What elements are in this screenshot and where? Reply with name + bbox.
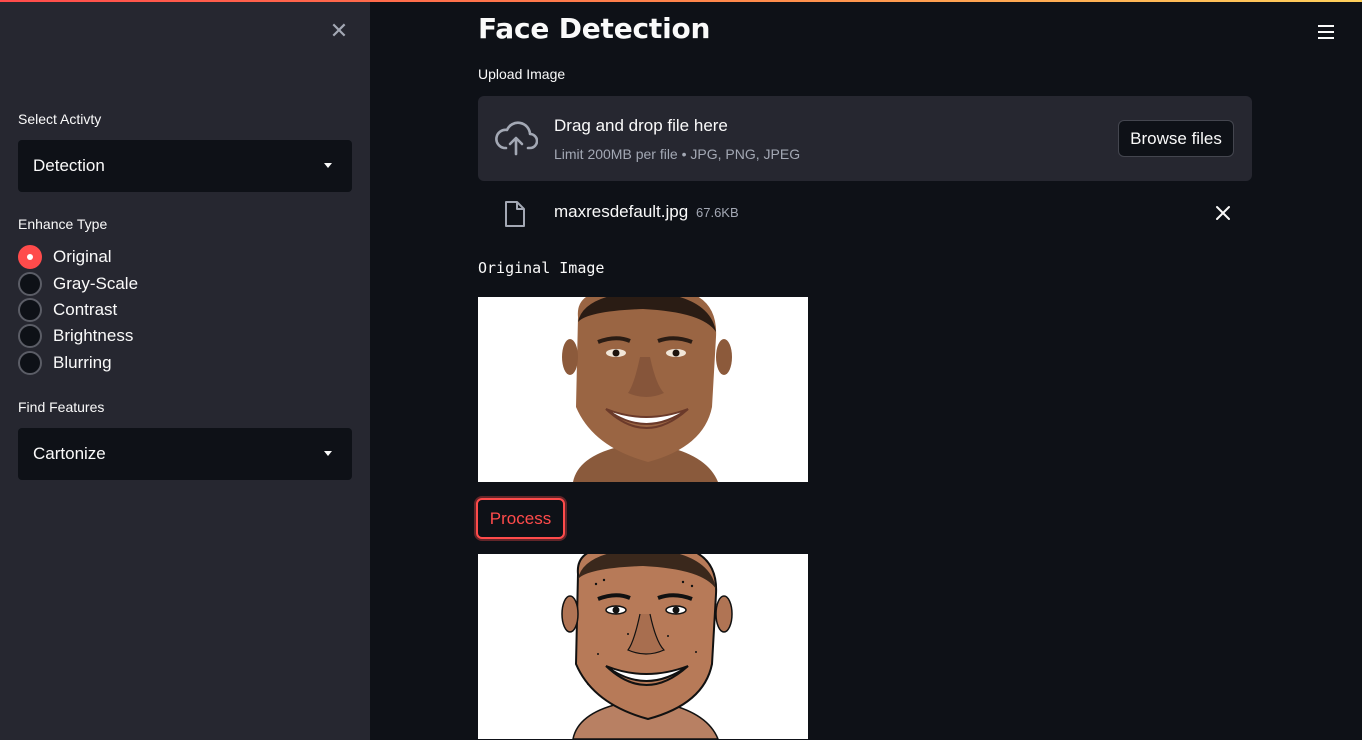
- radio-button[interactable]: [18, 350, 42, 375]
- original-image-label: Original Image: [478, 259, 605, 277]
- radio-button[interactable]: [18, 297, 42, 322]
- menu-icon[interactable]: [1316, 24, 1336, 40]
- radio-button-checked[interactable]: [18, 245, 42, 270]
- radio-label: Blurring: [53, 352, 112, 372]
- close-icon[interactable]: ✕: [326, 18, 352, 44]
- sidebar: ✕ Select Activty Detection Enhance Type …: [0, 0, 370, 740]
- dropzone-limit: Limit 200MB per file • JPG, PNG, JPEG: [554, 146, 801, 162]
- enhance-type-radio-group: Original Gray-Scale Contrast Brightness …: [18, 244, 138, 376]
- top-accent-bar: [0, 0, 1362, 2]
- radio-brightness[interactable]: Brightness: [18, 323, 138, 349]
- remove-file-icon[interactable]: [1212, 202, 1234, 224]
- radio-label: Brightness: [53, 326, 134, 346]
- chevron-down-icon: [324, 163, 332, 168]
- cloud-upload-icon: [495, 121, 538, 156]
- find-features-label: Find Features: [18, 399, 105, 415]
- find-features-dropdown[interactable]: Cartonize: [18, 428, 352, 480]
- radio-original[interactable]: Original: [18, 244, 138, 270]
- find-features-value: Cartonize: [33, 444, 106, 463]
- file-name: maxresdefault.jpg: [554, 202, 689, 221]
- file-icon: [505, 201, 525, 227]
- process-button[interactable]: Process: [476, 498, 565, 539]
- processed-image: [478, 554, 808, 739]
- original-image: [478, 297, 808, 482]
- radio-label: Original: [53, 247, 112, 267]
- uploaded-file-row: maxresdefault.jpg 67.6KB: [478, 194, 1252, 232]
- chevron-down-icon: [324, 451, 332, 456]
- select-activity-value: Detection: [33, 156, 105, 175]
- radio-blurring[interactable]: Blurring: [18, 350, 138, 376]
- select-activity-dropdown[interactable]: Detection: [18, 140, 352, 192]
- radio-gray-scale[interactable]: Gray-Scale: [18, 270, 138, 296]
- browse-files-button[interactable]: Browse files: [1118, 120, 1234, 157]
- select-activity-label: Select Activty: [18, 111, 102, 127]
- upload-image-label: Upload Image: [478, 66, 566, 82]
- radio-button[interactable]: [18, 324, 42, 349]
- radio-contrast[interactable]: Contrast: [18, 297, 138, 323]
- radio-label: Gray-Scale: [53, 273, 139, 293]
- dropzone-title: Drag and drop file here: [554, 116, 728, 135]
- radio-button[interactable]: [18, 271, 42, 296]
- file-dropzone[interactable]: Drag and drop file here Limit 200MB per …: [478, 96, 1252, 181]
- radio-label: Contrast: [53, 299, 118, 319]
- page-title: Face Detection: [478, 12, 711, 45]
- enhance-type-label: Enhance Type: [18, 216, 108, 232]
- file-size: 67.6KB: [696, 205, 739, 220]
